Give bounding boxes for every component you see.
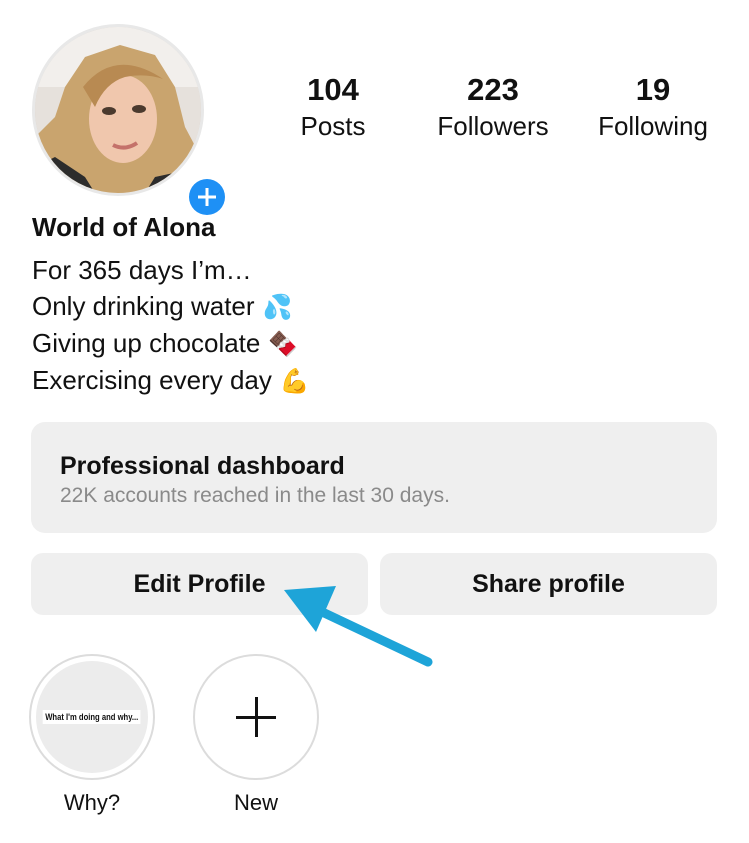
following-count: 19 <box>635 72 671 107</box>
bio-line-text: Exercising every day <box>32 365 272 395</box>
bio-line-text: For 365 days I’m… <box>32 255 252 285</box>
followers-label: Followers <box>437 111 549 141</box>
followers-count: 223 <box>467 72 519 107</box>
bio-line-text: Giving up chocolate <box>32 328 261 358</box>
dashboard-title: Professional dashboard <box>60 452 345 480</box>
plus-icon <box>189 179 225 215</box>
following-label: Following <box>598 111 708 141</box>
bio-line: Giving up chocolate 🍫 <box>32 325 310 362</box>
bio-line: Only drinking water 💦 <box>32 288 310 325</box>
stat-posts[interactable]: 104 Posts <box>290 72 376 144</box>
posts-count: 104 <box>307 72 359 107</box>
highlight-cover[interactable]: What I'm doing and why... <box>29 654 155 780</box>
highlight-label: New <box>233 790 278 815</box>
flexed-biceps-icon: 💪 <box>279 367 310 395</box>
plus-icon <box>236 697 276 737</box>
profile-display-name: World of Alona <box>32 212 216 242</box>
bio-line: Exercising every day 💪 <box>32 362 310 399</box>
profile-avatar[interactable] <box>32 24 228 218</box>
bio-line-text: Only drinking water <box>32 291 255 321</box>
highlight-new[interactable]: New <box>191 654 321 816</box>
professional-dashboard-card[interactable]: Professional dashboard 22K accounts reac… <box>31 422 717 533</box>
edit-profile-button[interactable]: Edit Profile <box>31 553 368 615</box>
profile-bio: For 365 days I’m… Only drinking water 💦 G… <box>32 252 310 399</box>
posts-label: Posts <box>300 111 366 141</box>
highlight-why[interactable]: What I'm doing and why... Why? <box>27 654 157 816</box>
stat-followers[interactable]: 223 Followers <box>428 72 558 144</box>
stat-following[interactable]: 19 Following <box>590 72 716 144</box>
highlight-label: Why? <box>63 790 121 815</box>
sweat-droplets-icon: 💦 <box>262 293 293 321</box>
bio-line: For 365 days I’m… <box>32 252 310 288</box>
new-highlight-button[interactable] <box>193 654 319 780</box>
avatar-image[interactable] <box>32 24 204 196</box>
dashboard-subtitle: 22K accounts reached in the last 30 days… <box>60 484 450 507</box>
share-profile-button[interactable]: Share profile <box>380 553 717 615</box>
highlight-cover-text: What I'm doing and why... <box>42 710 142 724</box>
chocolate-bar-icon: 🍫 <box>268 330 299 358</box>
